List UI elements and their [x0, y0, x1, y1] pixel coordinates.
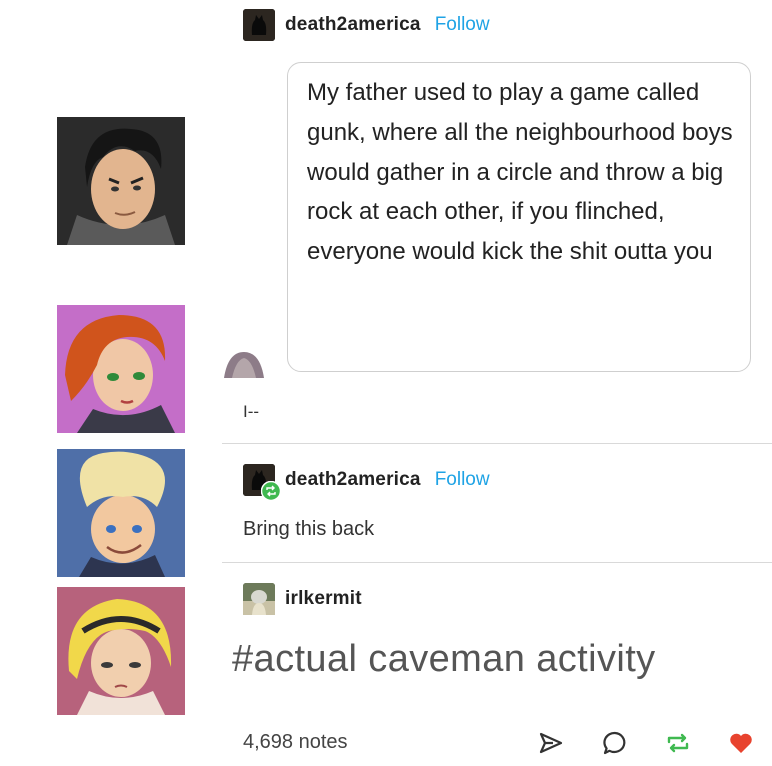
cat-avatar-icon [243, 9, 275, 41]
reblog-badge-icon [261, 481, 281, 501]
character-avatar-blonde-headband [57, 587, 185, 715]
quoted-message: My father used to play a game called gun… [307, 79, 733, 266]
reblog-icon [667, 733, 689, 753]
post-divider [222, 443, 772, 444]
comment-button[interactable] [600, 728, 630, 758]
reply-text: I-- [243, 402, 260, 421]
notes-count[interactable]: 4,698 notes [243, 731, 348, 754]
like-button[interactable] [726, 728, 756, 758]
user-avatar[interactable] [243, 583, 275, 615]
follow-button[interactable]: Follow [435, 469, 490, 491]
comment-icon [603, 731, 626, 755]
username[interactable]: irlkermit [285, 588, 362, 610]
character-avatar-red-hair [57, 305, 185, 433]
post-divider [222, 562, 772, 563]
kermit-avatar-icon [243, 583, 275, 615]
username[interactable]: death2america [285, 469, 421, 491]
follow-button[interactable]: Follow [435, 14, 490, 36]
post-header: death2america Follow [243, 8, 490, 42]
reblog-button[interactable] [663, 728, 693, 758]
heart-icon [730, 733, 752, 753]
tag-link[interactable]: #actual caveman activity [232, 638, 656, 681]
reply-avatar [222, 350, 266, 378]
post-header: irlkermit [243, 582, 362, 616]
character-avatar-dark-hair [57, 117, 185, 245]
user-avatar[interactable] [243, 464, 281, 501]
share-button[interactable] [536, 728, 566, 758]
user-avatar[interactable] [243, 9, 275, 41]
post-header: death2america Follow [243, 463, 490, 501]
post-text: Bring this back [243, 518, 375, 540]
send-icon [539, 732, 563, 754]
character-avatar-blond-quiff [57, 449, 185, 577]
username[interactable]: death2america [285, 14, 421, 36]
